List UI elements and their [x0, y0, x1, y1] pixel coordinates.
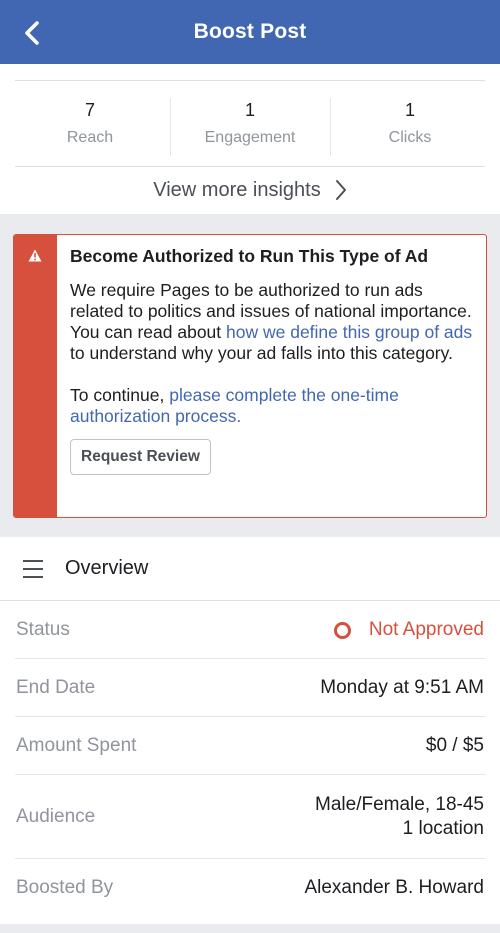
alert-accent-bar	[14, 235, 57, 517]
overview-title: Overview	[65, 557, 149, 579]
chevron-right-icon	[335, 180, 346, 200]
stat-value: 7	[84, 100, 95, 120]
detail-label: Amount Spent	[16, 735, 137, 756]
view-more-insights-link[interactable]: View more insights	[0, 172, 500, 208]
overview-header: Overview	[0, 537, 500, 601]
stat-reach: 7 Reach	[10, 96, 170, 156]
overview-details: Status Not Approved End Date Monday at 9…	[0, 601, 500, 917]
ads-definition-link[interactable]: how we define this group of ads	[226, 322, 472, 342]
detail-label: Boosted By	[16, 877, 114, 898]
audience-locations: 1 location	[402, 818, 484, 839]
stat-clicks: 1 Clicks	[330, 96, 490, 156]
detail-row-end-date: End Date Monday at 9:51 AM	[0, 659, 500, 717]
alert-paragraph: To continue, please complete the one-tim…	[70, 385, 476, 427]
detail-label: End Date	[16, 677, 96, 698]
top-bar: Boost Post	[0, 0, 500, 64]
detail-value: Male/Female, 18-45 1 location	[315, 793, 484, 841]
status-value: Not Approved	[368, 619, 484, 640]
status-badge: Not Approved	[333, 618, 484, 642]
alert-text: to understand why your ad falls into thi…	[70, 343, 453, 363]
stat-label: Engagement	[204, 129, 296, 146]
stat-label: Reach	[66, 129, 114, 146]
warning-icon	[28, 249, 42, 262]
insights-summary: 7 Reach 1 Engagement 1 Clicks View more …	[0, 64, 500, 214]
audience-demographics: Male/Female, 18-45	[315, 794, 484, 815]
alert-title: Become Authorized to Run This Type of Ad	[70, 246, 429, 266]
divider	[15, 80, 485, 81]
detail-label: Status	[16, 619, 70, 640]
divider	[15, 166, 485, 167]
alert-text: To continue,	[70, 385, 170, 405]
chevron-left-icon	[25, 21, 39, 45]
section-background	[0, 924, 500, 933]
detail-row-audience: Audience Male/Female, 18-45 1 location	[0, 775, 500, 859]
authorization-alert: Become Authorized to Run This Type of Ad…	[13, 234, 487, 518]
detail-value: $0 / $5	[425, 735, 484, 756]
detail-label: Audience	[16, 806, 96, 827]
menu-icon	[23, 559, 43, 578]
stat-engagement: 1 Engagement	[170, 96, 330, 156]
detail-row-amount-spent: Amount Spent $0 / $5	[0, 717, 500, 775]
detail-row-status: Status Not Approved	[0, 601, 500, 659]
alert-paragraph: We require Pages to be authorized to run…	[70, 280, 476, 364]
detail-row-boosted-by: Boosted By Alexander B. Howard	[0, 859, 500, 917]
stat-label: Clicks	[388, 129, 432, 146]
detail-value: Alexander B. Howard	[304, 877, 484, 898]
detail-value: Monday at 9:51 AM	[320, 677, 484, 698]
request-review-button[interactable]: Request Review	[70, 439, 211, 475]
back-button[interactable]	[18, 18, 46, 48]
ring-icon	[333, 621, 351, 639]
stat-value: 1	[244, 100, 255, 120]
stat-value: 1	[404, 100, 415, 120]
page-title: Boost Post	[193, 20, 307, 43]
insights-link-label: View more insights	[153, 178, 321, 201]
